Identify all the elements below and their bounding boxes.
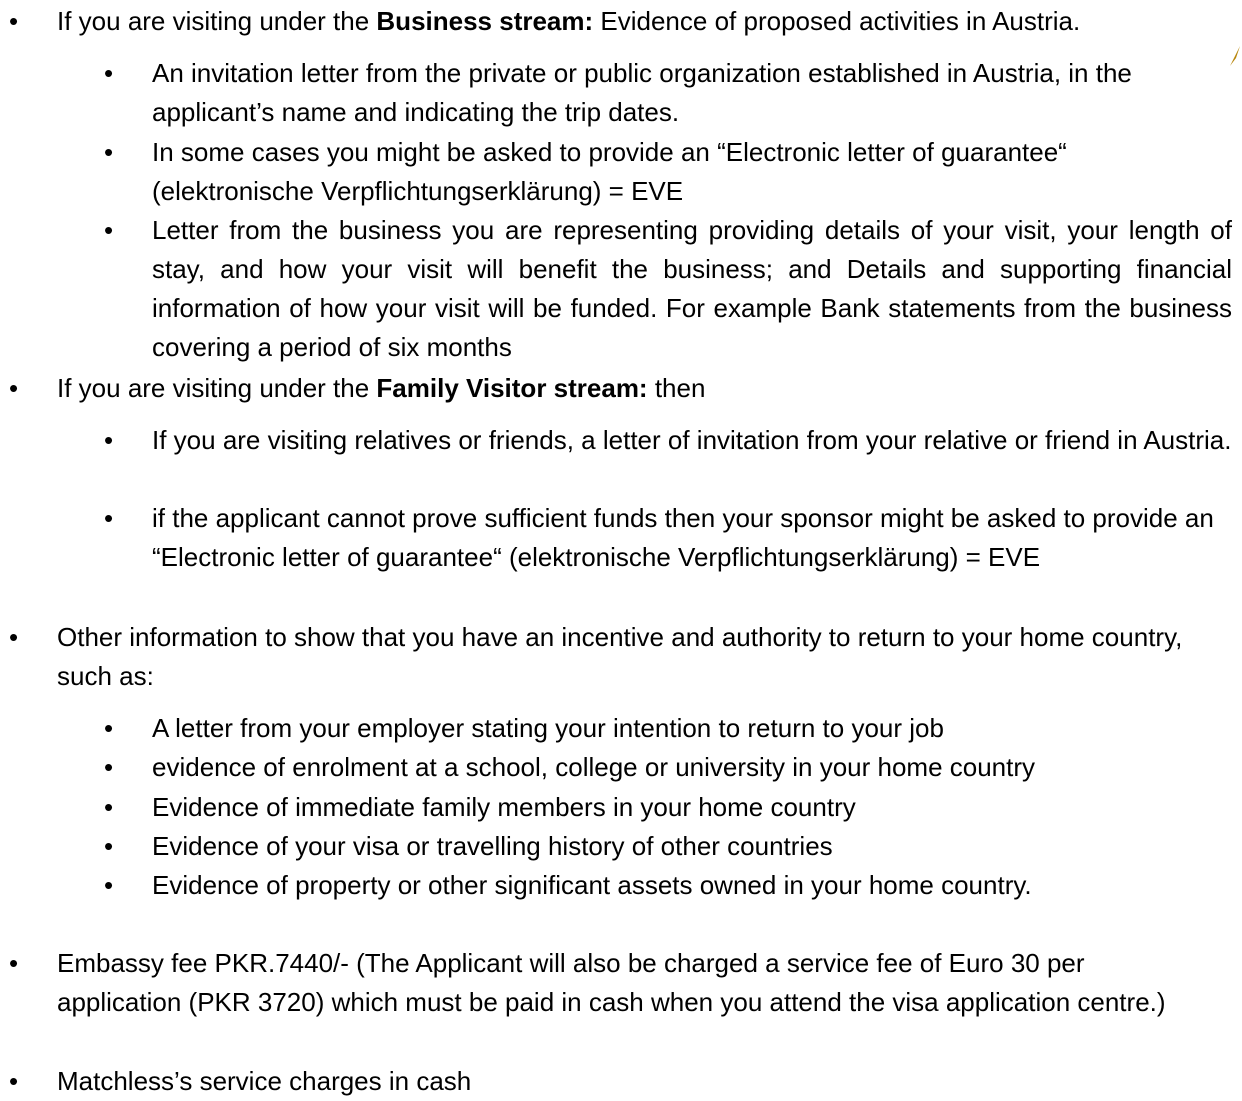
list-item: • Evidence of property or other signific… (104, 866, 1232, 905)
bullet-icon: • (9, 373, 19, 403)
list-item: • In some cases you might be asked to pr… (104, 133, 1232, 211)
bullet-icon: • (104, 752, 114, 782)
list-item: • Matchless’s service charges in cash (9, 1062, 1207, 1101)
bullet-icon: • (9, 622, 19, 652)
list-item: • If you are visiting under the Family V… (9, 369, 1207, 408)
bullet-icon: • (9, 948, 19, 978)
list-item: • Embassy fee PKR.7440/- (The Applicant … (9, 944, 1207, 1022)
list-item: • Evidence of immediate family members i… (104, 788, 1232, 827)
bullet-icon: • (104, 215, 114, 245)
bullet-icon: • (104, 137, 114, 167)
bullet-icon: • (9, 6, 19, 36)
bullet-icon: • (104, 870, 114, 900)
list-item: • evidence of enrolment at a school, col… (104, 748, 1232, 787)
stream-name: Business stream: (376, 6, 594, 36)
list-item: • If you are visiting under the Business… (9, 2, 1207, 41)
bullet-icon: • (104, 792, 114, 822)
list-item: • A letter from your employer stating yo… (104, 709, 1232, 748)
stream-name: Family Visitor stream: (376, 373, 648, 403)
bullet-icon: • (104, 503, 114, 533)
list-item: • An invitation letter from the private … (104, 54, 1232, 132)
bullet-icon: • (104, 831, 114, 861)
list-item: • if the applicant cannot prove sufficie… (104, 499, 1232, 577)
list-item: • If you are visiting relatives or frien… (104, 421, 1232, 460)
document-page: • If you are visiting under the Business… (0, 0, 1242, 1098)
bullet-icon: • (9, 1066, 19, 1096)
list-item: • Letter from the business you are repre… (104, 211, 1232, 367)
list-item: • Other information to show that you hav… (9, 618, 1207, 696)
bullet-icon: • (104, 58, 114, 88)
list-item: • Evidence of your visa or travelling hi… (104, 827, 1232, 866)
bullet-icon: • (104, 425, 114, 455)
corner-decoration-icon (1230, 46, 1240, 66)
bullet-icon: • (104, 713, 114, 743)
